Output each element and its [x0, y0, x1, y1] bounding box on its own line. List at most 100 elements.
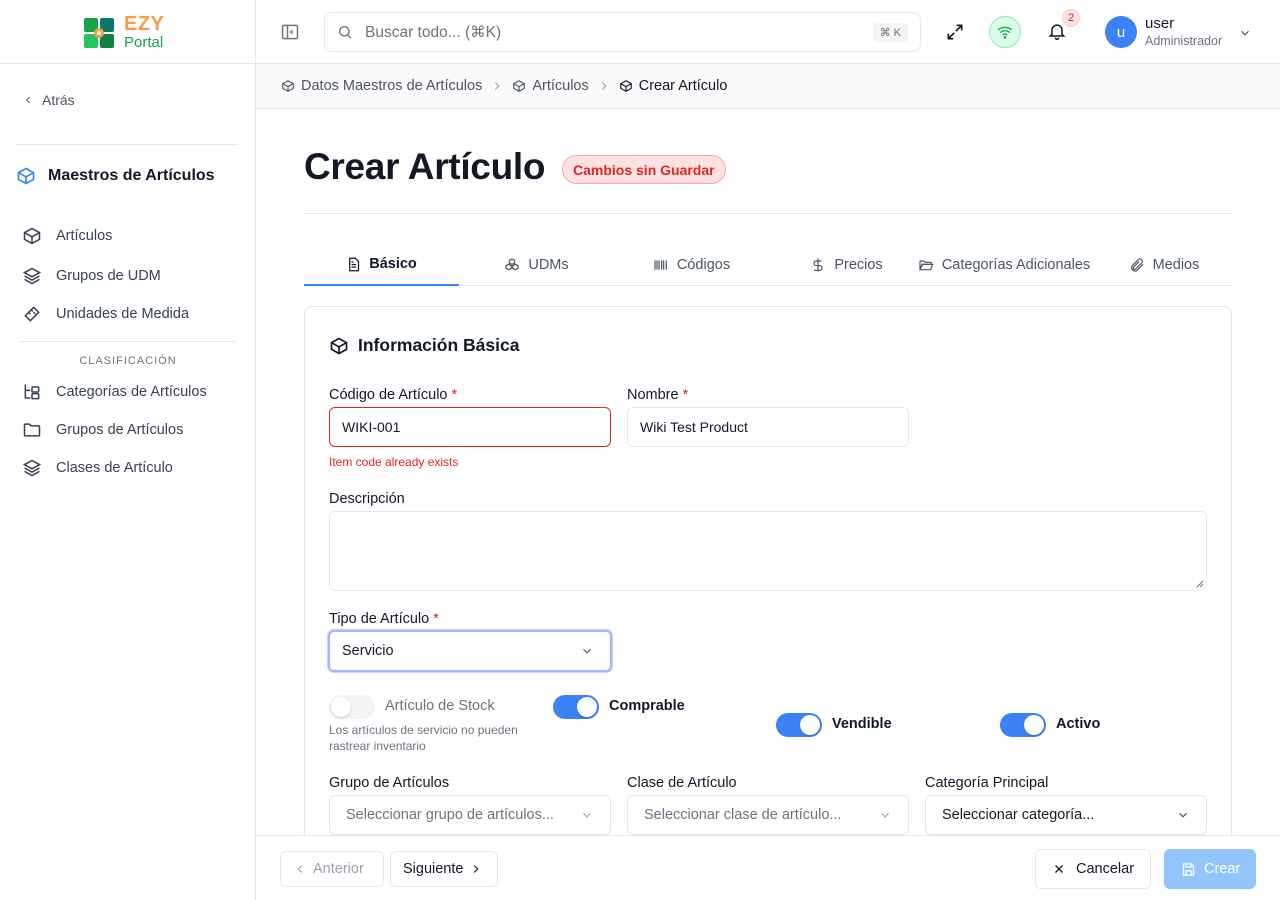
box-icon — [23, 227, 41, 245]
sidebar-item-categorias[interactable]: Categorías de Artículos — [22, 382, 242, 402]
tab-categorias-adicionales[interactable]: Categorías Adicionales — [904, 244, 1104, 286]
dollar-icon — [813, 258, 823, 272]
user-menu-toggle[interactable] — [1238, 26, 1252, 40]
divider — [16, 144, 238, 145]
purchasable-label: Comprable — [609, 698, 685, 714]
logo-text-secondary: Portal — [124, 34, 164, 51]
sidebar-section-title: Maestros de Artículos — [16, 166, 215, 186]
name-input[interactable]: Wiki Test Product — [627, 407, 909, 447]
required-marker: * — [433, 611, 439, 627]
tab-codigos[interactable]: Códigos — [614, 244, 769, 286]
status-badge: Cambios sin Guardar — [562, 155, 726, 184]
back-link[interactable]: Atrás — [22, 92, 75, 108]
purchasable-toggle[interactable] — [553, 695, 599, 719]
sidebar-section-label: Maestros de Artículos — [48, 167, 215, 184]
item-class-select[interactable]: Seleccionar clase de artículo... — [627, 795, 909, 835]
toggle-knob — [331, 697, 351, 717]
box-icon — [330, 337, 348, 354]
wifi-icon — [997, 26, 1013, 39]
sidebar: EZY Portal Atrás Maestros de Artículos A… — [0, 0, 256, 900]
barcode-icon — [654, 260, 667, 270]
breadcrumb-label: Artículos — [532, 78, 589, 94]
tree-icon — [24, 384, 40, 400]
sidebar-item-clases[interactable]: Clases de Artículo — [22, 458, 242, 478]
breadcrumb-item-datos-maestros[interactable]: Datos Maestros de Artículos — [281, 78, 482, 94]
item-type-label: Tipo de Artículo * — [329, 611, 439, 627]
form-footer: Anterior Siguiente Cancelar Crear — [256, 835, 1280, 900]
select-placeholder: Seleccionar grupo de artículos... — [346, 807, 554, 823]
sidebar-item-label: Clases de Artículo — [56, 460, 173, 476]
label-text: Código de Artículo — [329, 387, 448, 403]
topbar: Buscar todo... (⌘K) ⌘ K 2 u user Adminis… — [256, 0, 1280, 64]
chevron-down-icon — [1179, 812, 1187, 818]
chevron-down-icon — [1241, 30, 1249, 36]
select-value: Servicio — [342, 643, 394, 659]
box-icon — [513, 80, 526, 92]
card-title-label: Información Básica — [358, 335, 520, 355]
paperclip-icon — [1130, 258, 1144, 272]
resize-handle-icon[interactable] — [1194, 578, 1204, 588]
connection-status-button[interactable] — [989, 16, 1021, 48]
folder-open-icon — [918, 260, 934, 271]
page-title: Crear Artículo — [304, 146, 546, 187]
label-text: Tipo de Artículo — [329, 611, 430, 627]
chevron-left-icon — [297, 865, 303, 873]
active-toggle[interactable] — [1000, 713, 1046, 737]
tab-label: Medios — [1152, 257, 1200, 273]
description-label: Descripción — [329, 491, 405, 507]
breadcrumb-item-articulos[interactable]: Artículos — [512, 78, 589, 94]
divider — [304, 213, 1232, 214]
chevron-down-icon — [881, 812, 889, 818]
search-icon — [339, 26, 352, 39]
required-marker: * — [682, 387, 689, 403]
tab-precios[interactable]: Precios — [769, 244, 924, 286]
button-label: Cancelar — [1076, 861, 1135, 877]
item-group-select[interactable]: Seleccionar grupo de artículos... — [329, 795, 611, 835]
search-shortcut: ⌘ K — [872, 22, 908, 42]
sidebar-item-grupos-articulos[interactable]: Grupos de Artículos — [22, 420, 242, 440]
folder-icon — [23, 423, 41, 437]
item-code-label: Código de Artículo * — [329, 387, 457, 403]
chevron-right-icon — [601, 82, 607, 90]
create-button[interactable]: Crear — [1164, 849, 1256, 889]
expand-icon — [947, 24, 963, 40]
boxes-icon — [505, 258, 519, 271]
toggle-knob — [1024, 715, 1044, 735]
sidebar-item-articulos[interactable]: Artículos — [22, 226, 242, 246]
chevron-down-icon — [583, 648, 591, 654]
cancel-button[interactable]: Cancelar — [1035, 849, 1151, 889]
label-text: Nombre — [627, 387, 679, 403]
chevron-down-icon — [583, 812, 591, 818]
sidebar-item-unidades-medida[interactable]: Unidades de Medida — [22, 304, 242, 324]
item-code-error: Item code already exists — [329, 455, 459, 469]
stock-item-toggle[interactable] — [329, 695, 375, 719]
panel-left-icon — [281, 24, 299, 40]
sidebar-item-grupos-udm[interactable]: Grupos de UDM — [22, 266, 242, 286]
main-category-select[interactable]: Seleccionar categoría... — [925, 795, 1207, 835]
button-label: Crear — [1204, 861, 1241, 877]
item-code-input[interactable]: WIKI-001 — [329, 407, 611, 447]
sellable-toggle[interactable] — [776, 713, 822, 737]
sidebar-item-label: Categorías de Artículos — [56, 384, 207, 400]
user-name[interactable]: user — [1145, 15, 1174, 32]
app-logo[interactable]: EZY Portal — [80, 12, 164, 52]
sidebar-item-label: Grupos de Artículos — [56, 422, 184, 438]
active-label: Activo — [1056, 716, 1101, 732]
global-search[interactable]: Buscar todo... (⌘K) ⌘ K — [324, 12, 921, 52]
ruler-icon — [24, 306, 40, 322]
item-type-select[interactable]: Servicio — [328, 630, 612, 672]
breadcrumb: Datos Maestros de Artículos Artículos Cr… — [256, 64, 1280, 109]
next-button[interactable]: Siguiente — [390, 851, 498, 887]
fullscreen-button[interactable] — [945, 22, 965, 42]
sidebar-toggle-button[interactable] — [280, 22, 300, 42]
tab-basico[interactable]: Básico — [304, 244, 459, 286]
tab-label: Básico — [369, 256, 417, 272]
tab-label: UDMs — [528, 257, 569, 273]
previous-button[interactable]: Anterior — [280, 851, 384, 887]
chevron-left-icon — [25, 96, 30, 104]
description-textarea[interactable] — [329, 511, 1207, 591]
tab-udms[interactable]: UDMs — [459, 244, 614, 286]
stock-item-label: Artículo de Stock — [385, 698, 495, 714]
avatar[interactable]: u — [1105, 16, 1137, 48]
tab-medios[interactable]: Medios — [1109, 244, 1219, 286]
